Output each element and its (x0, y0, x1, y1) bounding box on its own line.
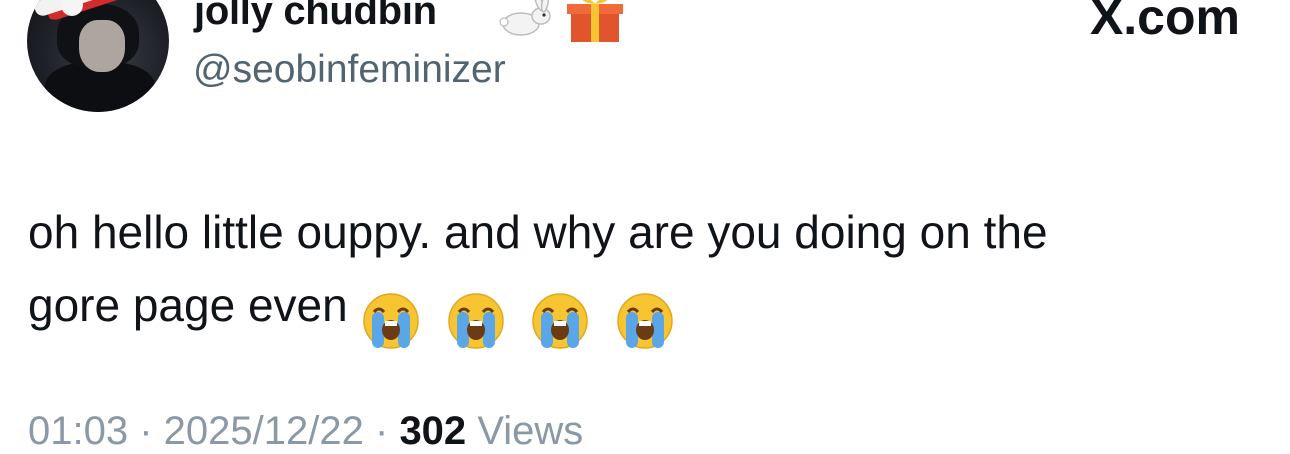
user-handle[interactable]: @seobinfeminizer (193, 48, 506, 92)
tweet-text-line1: oh hello little ouppy. and why are you d… (28, 206, 1048, 258)
emoji-row (362, 281, 688, 354)
loudly-crying-face-icon (362, 293, 419, 349)
views-count[interactable]: 302 (399, 409, 466, 453)
tweet-date[interactable]: 2025/12/22 (164, 409, 364, 453)
display-name[interactable]: jolly chudbin (194, 0, 437, 34)
loudly-crying-face-icon (617, 293, 673, 349)
rabbit-icon (499, 0, 551, 36)
avatar[interactable] (27, 0, 169, 112)
x-com-watermark: X.com (1089, 0, 1240, 45)
tweet-text: oh hello little ouppy. and why are you d… (28, 196, 1258, 354)
tweet-time[interactable]: 01:03 (28, 409, 128, 453)
views-label: Views (477, 409, 584, 453)
tweet-text-line2: gore page even (28, 279, 348, 331)
tweet-meta: 01:03 · 2025/12/22 · 302 Views (28, 409, 584, 453)
loudly-crying-face-icon (447, 293, 504, 349)
gift-icon (567, 0, 623, 42)
loudly-crying-face-icon (532, 293, 589, 349)
